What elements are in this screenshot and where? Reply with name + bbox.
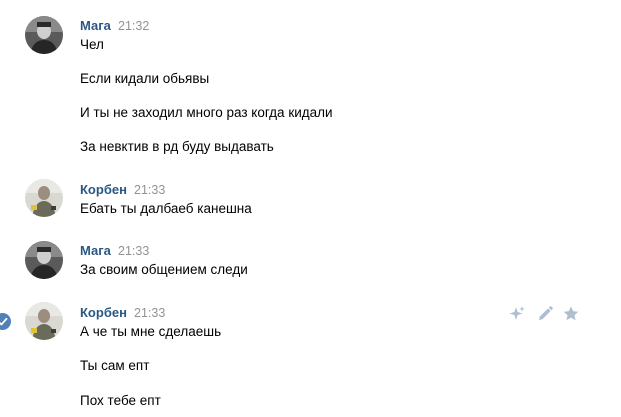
star-icon[interactable]	[561, 304, 581, 324]
sparkle-icon[interactable]	[507, 304, 527, 324]
pencil-icon[interactable]	[535, 304, 555, 324]
avatar[interactable]	[25, 16, 63, 54]
avatar[interactable]	[25, 179, 63, 217]
message-text: И ты не заходил много раз когда кидали	[80, 105, 333, 120]
message-author[interactable]: Мага	[80, 243, 111, 258]
avatar[interactable]	[25, 302, 63, 340]
message-text: Ты сам епт	[80, 358, 150, 373]
message-author[interactable]: Корбен	[80, 182, 127, 197]
message-time[interactable]: 21:33	[134, 183, 165, 197]
message-text: Чел	[80, 37, 104, 52]
chat-history: Мага 21:32 Чел Если кидали обьявы И ты н…	[0, 0, 621, 417]
message-author[interactable]: Корбен	[80, 305, 127, 320]
message-text: А че ты мне сделаешь	[80, 324, 222, 339]
message-actions	[507, 304, 587, 324]
message-time[interactable]: 21:33	[134, 306, 165, 320]
message-time[interactable]: 21:32	[118, 19, 149, 33]
message-text: Ебать ты далбаеб канешна	[80, 201, 252, 216]
avatar[interactable]	[25, 241, 63, 279]
message-text: За своим общением следи	[80, 262, 248, 277]
message-text: Если кидали обьявы	[80, 71, 210, 86]
message-time[interactable]: 21:33	[118, 244, 149, 258]
message-author[interactable]: Мага	[80, 18, 111, 33]
message-text: Пох тебе епт	[80, 393, 161, 408]
message-text: За невктив в рд буду выдавать	[80, 139, 274, 154]
selected-check-icon[interactable]	[0, 313, 11, 330]
